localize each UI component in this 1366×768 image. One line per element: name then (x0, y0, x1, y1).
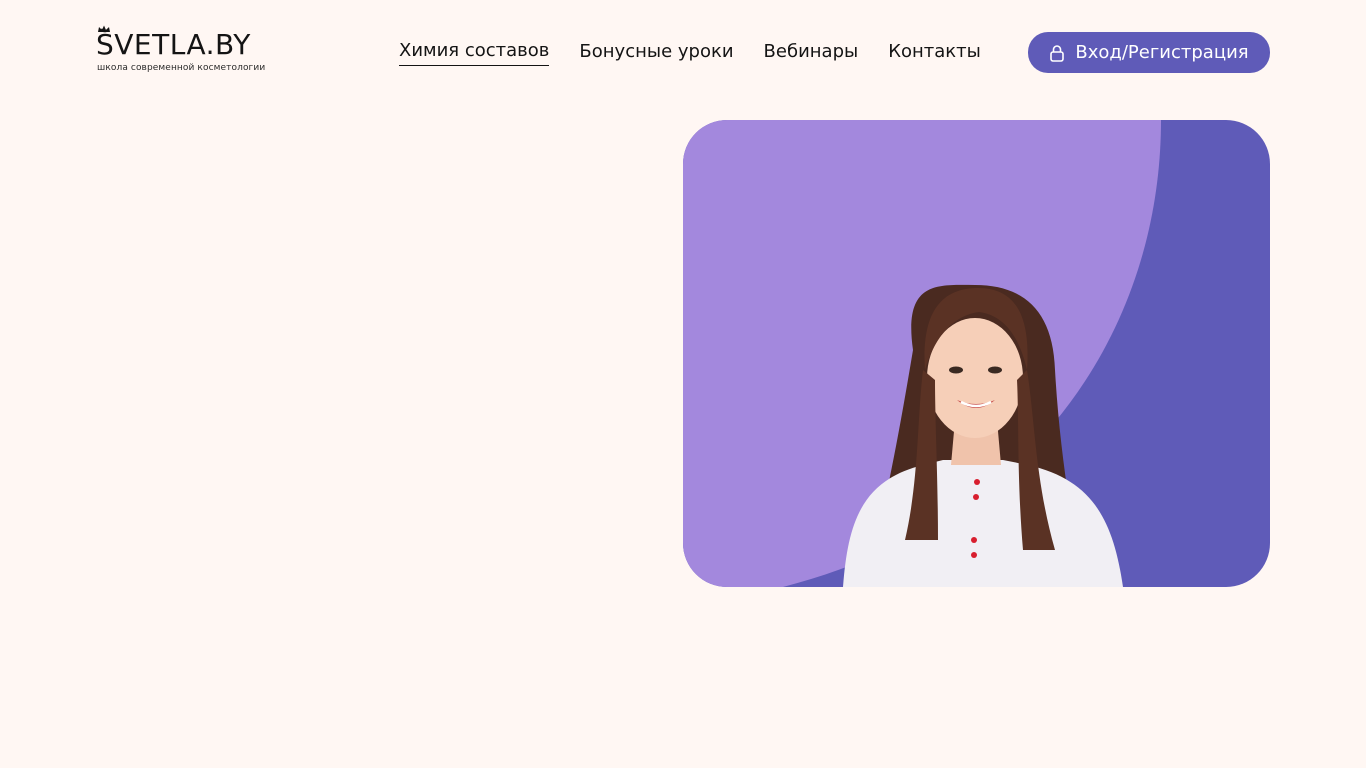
lock-icon (1050, 44, 1065, 62)
nav-item-contacts[interactable]: Контакты (888, 39, 981, 66)
login-register-button[interactable]: Вход/Регистрация (1028, 32, 1270, 73)
logo-subtitle: школа современной косметологии (97, 63, 266, 73)
hero-image-card (683, 120, 1270, 587)
login-register-label: Вход/Регистрация (1075, 42, 1249, 63)
main-nav: Химия составов Бонусные уроки Вебинары К… (399, 38, 981, 66)
logo[interactable]: ŠVETLA.BY школа современной косметологии (96, 25, 266, 76)
hero-illustration (683, 120, 1161, 587)
page: ŠVETLA.BY школа современной косметологии… (0, 0, 1366, 768)
nav-item-bonus-lessons[interactable]: Бонусные уроки (579, 39, 733, 66)
logo-title: ŠVETLA.BY (96, 28, 251, 61)
nav-item-webinars[interactable]: Вебинары (764, 39, 859, 66)
nav-item-chemistry[interactable]: Химия составов (399, 38, 550, 66)
